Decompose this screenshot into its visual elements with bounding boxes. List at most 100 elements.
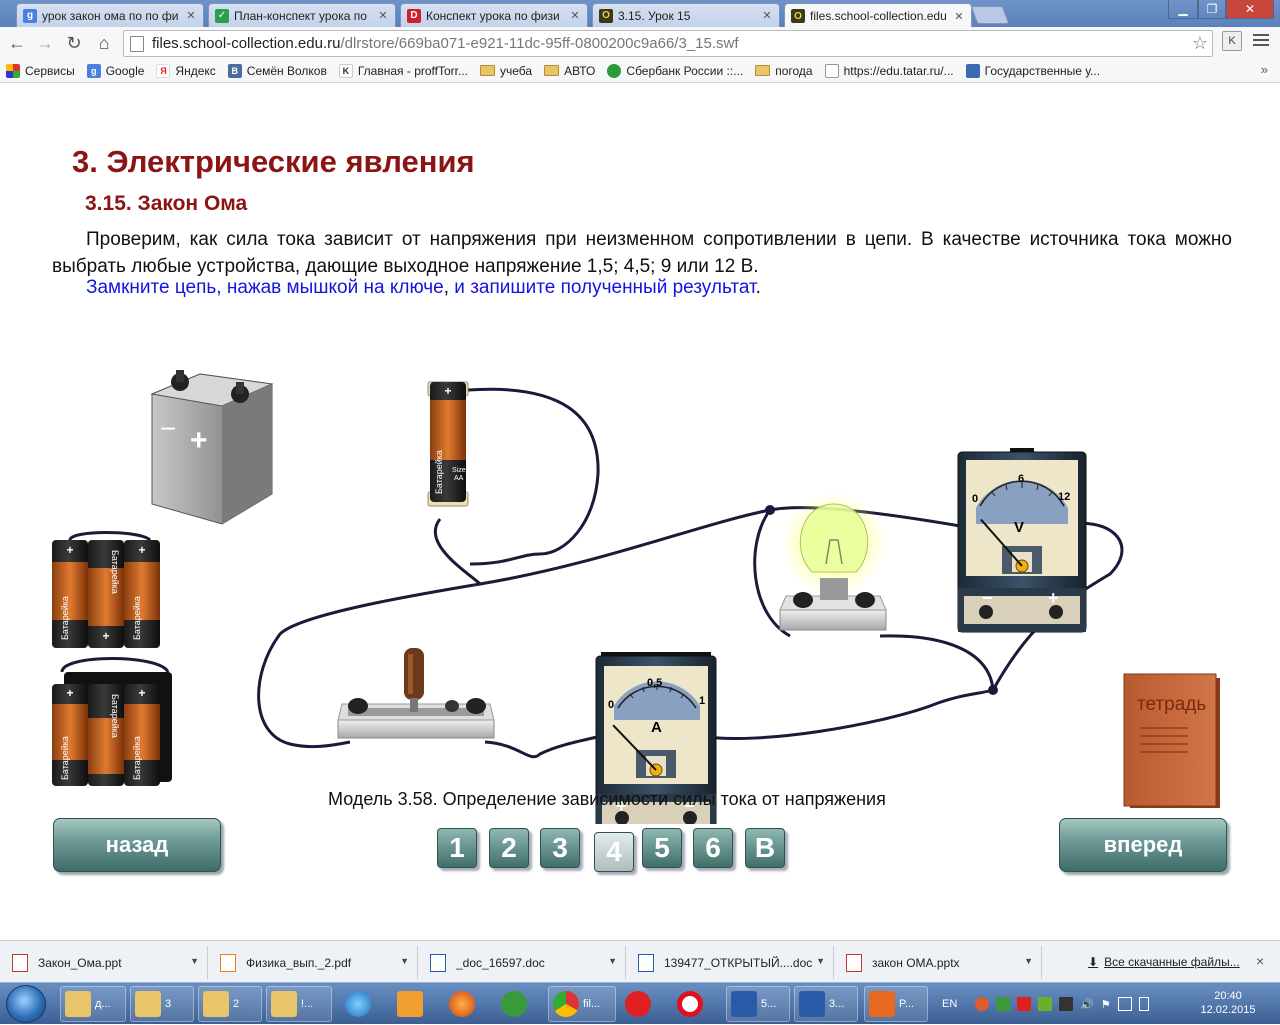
bookmark-folder-avto[interactable]: АВТО [544, 64, 595, 78]
bookmark-folder-ucheba[interactable]: учеба [480, 64, 532, 78]
close-download-bar-icon[interactable]: × [1256, 953, 1264, 969]
svg-text:Size: Size [452, 467, 466, 474]
taskbar-item[interactable]: !... [266, 986, 332, 1022]
forward-arrow-icon[interactable]: → [34, 32, 56, 54]
chevron-down-icon[interactable]: ▼ [1024, 956, 1033, 966]
taskbar-item[interactable] [496, 986, 542, 1022]
chevron-down-icon[interactable]: ▼ [608, 956, 617, 966]
close-icon[interactable]: ✕ [569, 9, 581, 22]
battery-pack-3[interactable]: + Батарейка + Батарейка + Батарейка [52, 531, 160, 649]
taskbar-item[interactable]: 5... [726, 986, 790, 1022]
notebook[interactable]: тетрадь [1123, 673, 1220, 808]
ie-icon [345, 991, 371, 1017]
windows-taskbar: д... 3 2 !... fil... 5... 3... P... EN 🔊… [0, 982, 1280, 1024]
back-arrow-icon[interactable]: ← [6, 32, 28, 54]
bookmark-yandex[interactable]: Я Яндекс [156, 63, 216, 78]
download-item[interactable]: Физика_вып._2.pdf ▼ [208, 946, 418, 979]
bookmark-services[interactable]: Сервисы [6, 63, 75, 78]
close-icon[interactable]: ✕ [185, 9, 197, 22]
bookmark-edu-tatar[interactable]: https://edu.tatar.ru/... [824, 63, 954, 78]
back-button[interactable]: назад [53, 818, 221, 872]
battery-pack-6[interactable]: + Батарейка Батарейка + Батарейка [52, 657, 172, 787]
battery-aa-in-circuit[interactable]: + Батарейка Size AA [427, 381, 469, 507]
chevron-down-icon[interactable]: ▼ [400, 956, 409, 966]
window-close-button[interactable]: ✕ [1226, 0, 1274, 19]
download-item[interactable]: закон ОМА.pptx ▼ [834, 946, 1042, 979]
taskbar-item[interactable] [340, 986, 386, 1022]
bookmark-google[interactable]: g Google [86, 63, 144, 78]
page-button-3[interactable]: 3 [540, 828, 580, 868]
battery-tray-icon[interactable] [1138, 997, 1149, 1011]
page-button-5[interactable]: 5 [642, 828, 682, 868]
minimize-button[interactable]: ▁ [1168, 0, 1198, 19]
bookmark-gosuslugi[interactable]: Государственные у... [965, 63, 1100, 78]
taskbar-item[interactable]: д... [60, 986, 126, 1022]
tab-3[interactable]: D Конспект урока по физи ✕ [400, 3, 588, 27]
bookmarks-more-icon[interactable]: » [1261, 62, 1268, 77]
new-tab-button[interactable] [970, 6, 1010, 24]
taskbar-item[interactable]: 3... [794, 986, 858, 1022]
tab-5-active[interactable]: O files.school-collection.edu ✕ [784, 3, 972, 28]
page-button-questions[interactable]: В [745, 828, 785, 868]
bookmark-sberbank[interactable]: Сбербанк России ::... [607, 63, 743, 78]
bookmark-star-icon[interactable]: ☆ [1192, 33, 1208, 54]
bookmark-profftorrent[interactable]: K Главная - proffTorr... [338, 63, 468, 78]
page-button-2[interactable]: 2 [489, 828, 529, 868]
close-icon[interactable]: ✕ [377, 9, 389, 22]
apps-icon [6, 63, 20, 78]
doc-favicon-icon: D [407, 8, 421, 23]
chevron-down-icon[interactable]: ▼ [190, 956, 199, 966]
flag-icon[interactable]: ⚑ [1101, 998, 1111, 1011]
tray-check-icon[interactable] [996, 997, 1010, 1011]
address-bar[interactable]: files.school-collection.edu.ru/dlrstore/… [123, 30, 1213, 57]
network-icon[interactable] [1117, 997, 1132, 1011]
download-item[interactable]: 139477_ОТКРЫТЫЙ....doc ▼ [626, 946, 834, 979]
bookmarks-bar: Сервисы g Google Я Яндекс В Семён Волков KГ… [0, 59, 1280, 83]
tab-4[interactable]: O 3.15. Урок 15 ✕ [592, 3, 780, 27]
download-item[interactable]: Закон_Ома.ppt ▼ [0, 946, 208, 979]
close-icon[interactable]: ✕ [761, 9, 773, 22]
forward-button[interactable]: вперед [1059, 818, 1227, 872]
download-item[interactable]: _doc_16597.doc ▼ [418, 946, 626, 979]
bookmark-vk[interactable]: В Семён Волков [227, 63, 327, 78]
browser-toolbar: ← → ↻ ⌂ files.school-collection.edu.ru/d… [0, 27, 1280, 59]
taskbar-item-active[interactable]: fil... [548, 986, 616, 1022]
volume-icon[interactable]: 🔊 [1080, 998, 1094, 1011]
accumulator-source[interactable]: − + [150, 370, 274, 525]
taskbar-item[interactable]: P... [864, 986, 928, 1022]
close-icon[interactable]: ✕ [953, 10, 965, 23]
menu-icon[interactable] [1253, 34, 1269, 48]
tray-app-icon[interactable] [975, 997, 989, 1011]
tab-2[interactable]: ✓ План-конспект урока по ✕ [208, 3, 396, 27]
tray-monitor-icon[interactable] [1059, 997, 1073, 1011]
svg-text:+: + [66, 543, 73, 557]
reload-icon[interactable]: ↻ [63, 32, 85, 54]
media-player-icon [397, 991, 423, 1017]
circuit-switch-key[interactable] [337, 648, 495, 739]
taskbar-item[interactable] [444, 986, 490, 1022]
show-all-downloads-link[interactable]: ⬇ Все скачанные файлы... [1088, 955, 1240, 969]
folder-icon [755, 65, 771, 76]
chevron-down-icon[interactable]: ▼ [816, 956, 825, 966]
taskbar-item[interactable]: 3 [130, 986, 194, 1022]
start-button[interactable] [6, 985, 46, 1023]
tab-1[interactable]: g урок закон ома по по фи ✕ [16, 3, 204, 27]
page-button-4-current[interactable]: 4 [594, 832, 634, 872]
voltmeter-minus: − [982, 588, 993, 608]
taskbar-item[interactable] [620, 986, 666, 1022]
tab-title: урок закон ома по по фи [42, 8, 179, 23]
tab-title: Конспект урока по физи [426, 8, 560, 23]
taskbar-item[interactable]: 2 [198, 986, 262, 1022]
extension-button[interactable]: K [1222, 31, 1242, 51]
language-indicator[interactable]: EN [942, 983, 957, 1025]
tray-antivirus-icon[interactable] [1017, 997, 1031, 1011]
clock[interactable]: 20:40 12.02.2015 [1193, 989, 1263, 1017]
home-icon[interactable]: ⌂ [93, 32, 115, 54]
bookmark-folder-pogoda[interactable]: погода [755, 64, 813, 78]
page-button-6[interactable]: 6 [693, 828, 733, 868]
tray-nvidia-icon[interactable] [1038, 997, 1052, 1011]
maximize-button[interactable]: ❐ [1198, 0, 1226, 19]
taskbar-item[interactable] [392, 986, 438, 1022]
page-button-1[interactable]: 1 [437, 828, 477, 868]
taskbar-item[interactable] [672, 986, 718, 1022]
